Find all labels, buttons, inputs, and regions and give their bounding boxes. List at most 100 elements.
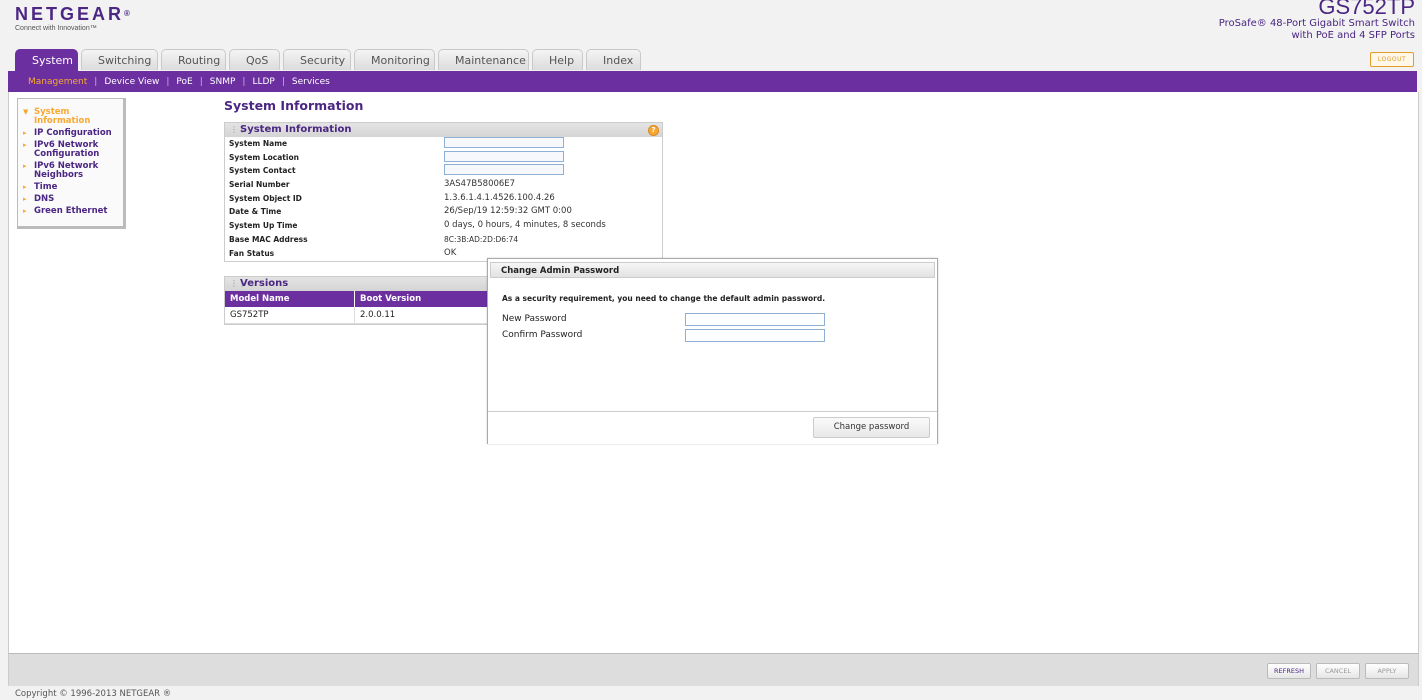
cancel-button[interactable]: CANCEL bbox=[1316, 663, 1360, 679]
column-header: Model Name bbox=[225, 291, 355, 307]
info-label: Base MAC Address bbox=[229, 234, 308, 244]
footer-bar: REFRESH CANCEL APPLY bbox=[8, 653, 1419, 686]
confirm-password-label: Confirm Password bbox=[502, 330, 583, 340]
change-password-button[interactable]: Change password bbox=[813, 417, 930, 438]
info-value: OK bbox=[444, 247, 457, 258]
subnav-separator: | bbox=[242, 76, 246, 87]
info-label: System Name bbox=[229, 139, 288, 148]
info-label: Date & Time bbox=[229, 207, 282, 217]
refresh-button[interactable]: REFRESH bbox=[1267, 663, 1311, 679]
page-title: System Information bbox=[224, 98, 364, 113]
brand-name: NETGEAR bbox=[15, 4, 125, 24]
nav-label-line2: Configuration bbox=[34, 149, 100, 159]
tab-routing[interactable]: Routing bbox=[161, 49, 226, 70]
info-value: 8C:3B:AD:2D:D6:74 bbox=[444, 234, 519, 244]
chevron-right-icon: ▸ bbox=[23, 129, 27, 137]
tab-system[interactable]: System bbox=[15, 49, 78, 71]
sub-navigation: Management | Device View | PoE | SNMP | … bbox=[8, 71, 1417, 92]
info-label: System Contact bbox=[229, 166, 296, 176]
subnav-management[interactable]: Management bbox=[28, 77, 87, 87]
chevron-right-icon: ▸ bbox=[23, 207, 27, 215]
help-icon[interactable]: ? bbox=[648, 125, 659, 136]
subnav-separator: | bbox=[281, 76, 285, 87]
nav-time[interactable]: ▸ Time bbox=[18, 183, 123, 192]
info-label: Serial Number bbox=[229, 180, 290, 190]
info-value: 26/Sep/19 12:59:32 GMT 0:00 bbox=[444, 206, 572, 217]
info-label: System Up Time bbox=[229, 221, 298, 231]
subnav-snmp[interactable]: SNMP bbox=[210, 77, 236, 87]
info-rows: System Name System Location System Conta… bbox=[225, 137, 662, 260]
info-row-base-mac: Base MAC Address 8C:3B:AD:2D:D6:74 bbox=[225, 233, 662, 247]
tab-security[interactable]: Security bbox=[283, 49, 351, 70]
nav-label: IP Configuration bbox=[34, 128, 112, 138]
info-value: 1.3.6.1.4.1.4526.100.4.26 bbox=[444, 192, 555, 203]
main-tabs: System Switching Routing QoS Security Mo… bbox=[15, 49, 644, 71]
info-label: Fan Status bbox=[229, 248, 275, 258]
tab-switching[interactable]: Switching bbox=[81, 49, 158, 70]
info-row-date-time: Date & Time 26/Sep/19 12:59:32 GMT 0:00 bbox=[225, 205, 662, 219]
subnav-separator: | bbox=[94, 76, 98, 87]
product-model: GS752TP bbox=[1318, 0, 1415, 19]
chevron-right-icon: ▸ bbox=[23, 195, 27, 203]
confirm-password-input[interactable] bbox=[685, 329, 825, 342]
product-info: GS752TP ProSafe® 48-Port Gigabit Smart S… bbox=[1219, 0, 1415, 42]
tab-index[interactable]: Index bbox=[586, 49, 641, 70]
tab-monitoring[interactable]: Monitoring bbox=[354, 49, 435, 70]
nav-system-information[interactable]: ▼ System Information bbox=[18, 108, 123, 126]
info-value: 0 days, 0 hours, 4 minutes, 8 seconds bbox=[444, 220, 606, 231]
dialog-header: Change Admin Password bbox=[490, 262, 935, 278]
header: NETGEAR® Connect with Innovation™ GS752T… bbox=[0, 0, 1422, 71]
nav-label: DNS bbox=[34, 194, 55, 204]
tab-qos[interactable]: QoS bbox=[229, 49, 280, 70]
nav-label: Time bbox=[34, 182, 58, 192]
brand-reg: ® bbox=[124, 9, 130, 18]
system-name-input[interactable] bbox=[444, 137, 564, 148]
chevron-right-icon: ▸ bbox=[23, 183, 27, 191]
subnav-lldp[interactable]: LLDP bbox=[252, 77, 274, 87]
info-value: 3AS47B58006E7 bbox=[444, 179, 516, 190]
change-password-dialog: Change Admin Password As a security requ… bbox=[487, 258, 938, 444]
dialog-message: As a security requirement, you need to c… bbox=[502, 294, 826, 303]
dialog-title: Change Admin Password bbox=[501, 266, 620, 276]
panel-header: ⋮⋮ System Information ? bbox=[225, 123, 662, 137]
logout-button[interactable]: LOGOUT bbox=[1370, 52, 1414, 67]
product-desc-1: ProSafe® 48-Port Gigabit Smart Switch bbox=[1218, 18, 1415, 29]
copyright-text: Copyright © 1996-2013 NETGEAR ® bbox=[15, 689, 172, 699]
nav-ipv6-network-neighbors[interactable]: ▸ IPv6 Network Neighbors bbox=[18, 162, 123, 180]
chevron-down-icon: ▼ bbox=[23, 108, 29, 116]
info-row-system-location: System Location bbox=[225, 150, 662, 165]
subnav-separator: | bbox=[166, 76, 170, 87]
left-navigation: ▼ System Information ▸ IP Configuration … bbox=[17, 98, 126, 229]
netgear-logo: NETGEAR® Connect with Innovation™ bbox=[15, 4, 130, 32]
nav-ipv6-network-configuration[interactable]: ▸ IPv6 Network Configuration bbox=[18, 141, 123, 159]
tab-help[interactable]: Help bbox=[532, 49, 583, 70]
new-password-input[interactable] bbox=[685, 313, 825, 326]
subnav-poe[interactable]: PoE bbox=[176, 77, 192, 87]
nav-label-line2: Information bbox=[34, 116, 91, 126]
panel-title: Versions bbox=[240, 278, 289, 289]
subnav-separator: | bbox=[199, 76, 203, 87]
chevron-right-icon: ▸ bbox=[23, 162, 27, 170]
subnav-services[interactable]: Services bbox=[292, 77, 330, 87]
product-desc-2: with PoE and 4 SFP Ports bbox=[1291, 30, 1415, 41]
info-label: System Location bbox=[229, 152, 299, 162]
system-contact-input[interactable] bbox=[444, 164, 564, 176]
system-information-panel: ⋮⋮ System Information ? System Name Syst… bbox=[224, 122, 663, 262]
nav-label: Green Ethernet bbox=[34, 206, 108, 216]
nav-dns[interactable]: ▸ DNS bbox=[18, 195, 123, 204]
info-row-system-name: System Name bbox=[225, 137, 662, 151]
info-row-system-contact: System Contact bbox=[225, 164, 662, 178]
chevron-right-icon: ▸ bbox=[23, 141, 27, 149]
info-row-serial-number: Serial Number 3AS47B58006E7 bbox=[225, 178, 662, 192]
info-row-up-time: System Up Time 0 days, 0 hours, 4 minute… bbox=[225, 219, 662, 233]
nav-ip-configuration[interactable]: ▸ IP Configuration bbox=[18, 129, 123, 138]
table-cell: GS752TP bbox=[225, 307, 355, 324]
apply-button[interactable]: APPLY bbox=[1365, 663, 1409, 679]
subnav-device-view[interactable]: Device View bbox=[104, 77, 159, 87]
info-row-object-id: System Object ID 1.3.6.1.4.1.4526.100.4.… bbox=[225, 192, 662, 206]
brand-tagline: Connect with Innovation™ bbox=[15, 25, 97, 32]
info-label: System Object ID bbox=[229, 193, 302, 203]
system-location-input[interactable] bbox=[444, 150, 564, 162]
tab-maintenance[interactable]: Maintenance bbox=[438, 49, 529, 70]
nav-green-ethernet[interactable]: ▸ Green Ethernet bbox=[18, 207, 123, 216]
